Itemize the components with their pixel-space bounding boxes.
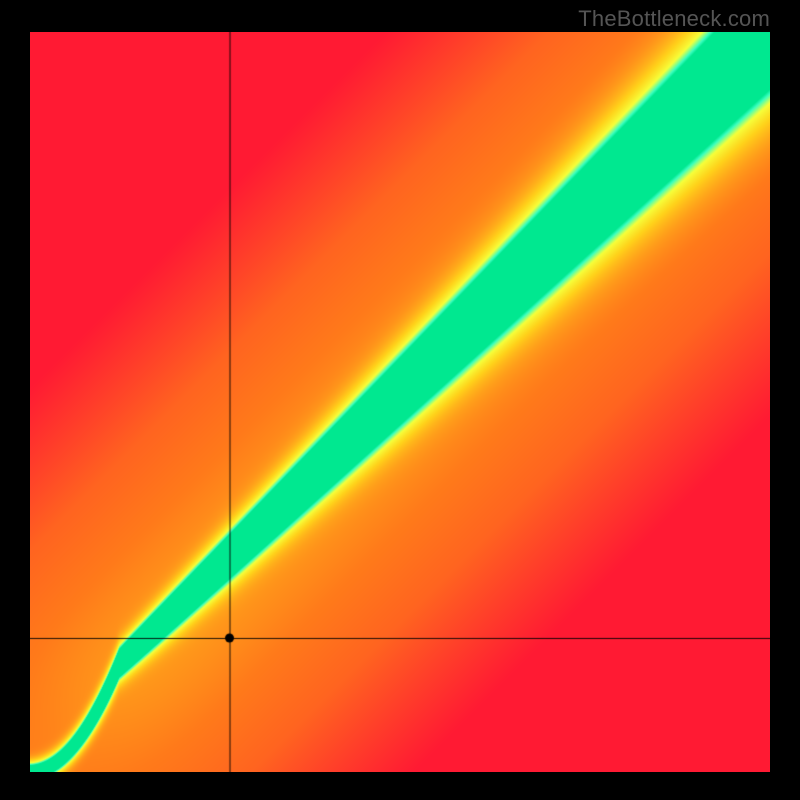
heatmap-canvas: [30, 32, 770, 772]
watermark-text: TheBottleneck.com: [578, 6, 770, 32]
chart-frame: TheBottleneck.com: [0, 0, 800, 800]
